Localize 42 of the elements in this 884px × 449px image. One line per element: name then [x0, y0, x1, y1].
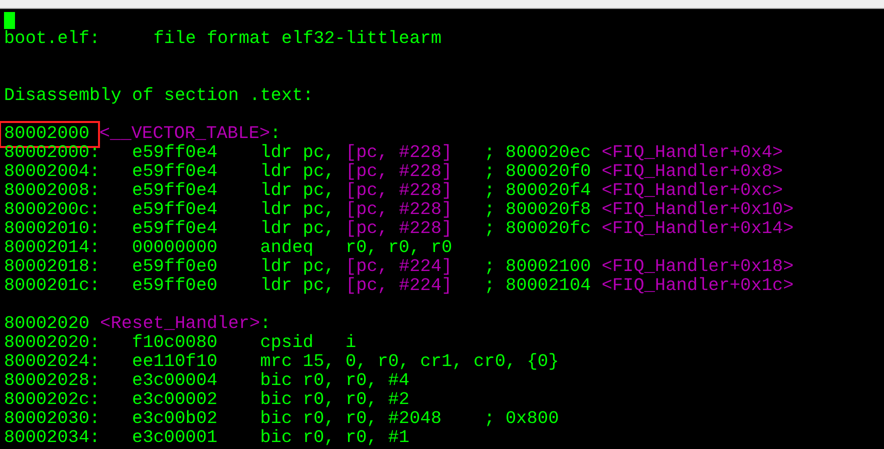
output-text: 80002020: f10c0080 cpsid i — [4, 334, 356, 353]
output-text: ; 800020f0 — [483, 163, 592, 182]
output-text: [pc, #228] — [345, 182, 452, 201]
output-text: 80002024: ee110f10 mrc 15, 0, r0, cr1, cr0, {0} — [4, 353, 559, 372]
output-text: [pc, #228] — [345, 163, 452, 182]
output-text: 80002014: 00000000 andeq r0, r0, r0 — [4, 239, 452, 258]
output-text: <FIQ_Handler+0x14> — [602, 220, 794, 239]
output-text: ; 800020f8 — [483, 201, 592, 220]
output-text: 80002018: e59ff0e0 ldr pc, — [4, 258, 336, 277]
output-text: <Reset_Handler> — [100, 315, 260, 334]
output-text: [pc, #228] — [345, 201, 452, 220]
output-text: 8000200c: e59ff0e4 ldr pc, — [4, 201, 336, 220]
output-text: 80002034: e3c00001 bic r0, r0, #1 — [4, 429, 410, 448]
output-text: <FIQ_Handler+0x4> — [602, 144, 783, 163]
output-text: boot.elf: file format elf32-littlearm — [4, 30, 442, 49]
output-text: ; 80002104 — [483, 277, 592, 296]
output-text: [pc, #228] — [345, 144, 452, 163]
output-text: <FIQ_Handler+0x1c> — [602, 277, 794, 296]
output-text: <FIQ_Handler+0x8> — [602, 163, 783, 182]
output-text: <FIQ_Handler+0xc> — [602, 182, 783, 201]
output-text: 8000201c: e59ff0e0 ldr pc, — [4, 277, 336, 296]
output-text: ; 800020f4 — [483, 182, 592, 201]
output-text: ; 800020ec — [483, 144, 592, 163]
output-text: : — [270, 125, 281, 144]
output-text: 80002004: e59ff0e4 ldr pc, — [4, 163, 336, 182]
output-text: 80002008: e59ff0e4 ldr pc, — [4, 182, 336, 201]
output-text: ; 80002100 — [483, 258, 592, 277]
output-text: 80002010: e59ff0e4 ldr pc, — [4, 220, 336, 239]
output-text: Disassembly of section .text: — [4, 87, 314, 106]
output-text: : — [260, 315, 271, 334]
output-text: [pc, #224] — [345, 277, 452, 296]
output-text: <__VECTOR_TABLE> — [99, 125, 270, 144]
output-text: 8000202c: e3c00002 bic r0, r0, #2 — [4, 391, 410, 410]
output-text: 80002030: e3c00b02 bic r0, r0, #2048 ; 0x800 — [4, 410, 559, 429]
output-text: 80002020 — [4, 315, 90, 334]
output-text: [pc, #224] — [345, 258, 452, 277]
output-text: 80002028: e3c00004 bic r0, r0, #4 — [4, 372, 410, 391]
output-text: <FIQ_Handler+0x18> — [602, 258, 794, 277]
output-text: [pc, #228] — [345, 220, 452, 239]
output-text: 80002000: e59ff0e4 ldr pc, — [4, 144, 336, 163]
output-text: ; 800020fc — [483, 220, 592, 239]
output-text: <FIQ_Handler+0x10> — [602, 201, 794, 220]
